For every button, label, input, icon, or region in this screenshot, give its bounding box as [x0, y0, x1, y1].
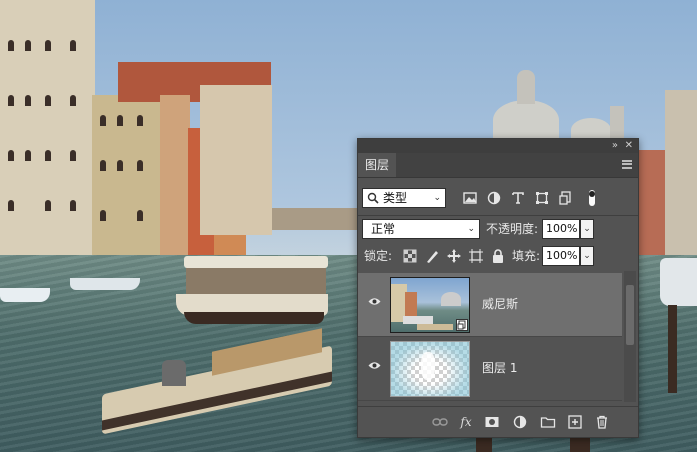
layer-thumbnail-layer-1 [390, 341, 470, 397]
building-left-7 [200, 85, 272, 235]
panel-menu-icon[interactable] [622, 160, 632, 169]
chevron-down-icon: ⌄ [433, 193, 441, 203]
building-left-1 [0, 0, 95, 275]
search-icon [367, 192, 379, 204]
building-right-1 [637, 150, 667, 265]
shape-filter-icon[interactable] [534, 190, 550, 206]
smart-object-filter-icon[interactable] [558, 190, 574, 206]
moored-boat-right [660, 258, 697, 306]
layer-row-venice[interactable]: 威尼斯 [358, 273, 622, 337]
add-mask-icon[interactable] [484, 414, 500, 430]
filter-row: 类型 ⌄ [358, 188, 638, 212]
blend-row: 正常 ⌄ 不透明度: 100% ⌄ [358, 219, 638, 241]
lock-transparent-pixels-icon[interactable] [402, 248, 418, 264]
collapse-panel-button[interactable]: » [612, 139, 618, 153]
dome-lantern [517, 70, 535, 104]
building-right-2 [665, 90, 697, 260]
layers-list: 威尼斯 图层 1 [358, 271, 622, 402]
layer-name-venice[interactable]: 威尼斯 [482, 273, 518, 335]
layers-bottom-toolbar: fx [358, 406, 638, 437]
panel-title-bar[interactable]: » ✕ [358, 139, 638, 153]
church-dome-large [493, 100, 559, 140]
distant-shore [272, 208, 362, 230]
lock-row: 锁定: 填充: 100% ⌄ [358, 246, 638, 268]
filter-kind-label: 类型 [383, 191, 408, 205]
new-group-icon[interactable] [540, 414, 556, 430]
fill-label: 填充: [512, 249, 541, 263]
fx-icon[interactable]: fx [458, 414, 474, 430]
mooring-pole [668, 305, 677, 393]
adjustment-layer-icon[interactable] [512, 414, 528, 430]
fill-input[interactable]: 100% [542, 246, 580, 266]
visibility-eye-icon[interactable] [368, 361, 381, 370]
blend-mode-value: 正常 [371, 222, 396, 236]
scrollbar-thumb[interactable] [626, 285, 634, 345]
panel-tab-row: 图层 [358, 153, 638, 178]
layers-panel: » ✕ 图层 类型 ⌄ 正常 ⌄ 不透明度: 100% ⌄ 锁定: 填充: 10… [357, 138, 639, 438]
layer-name-layer-1[interactable]: 图层 1 [482, 337, 517, 399]
building-left-4 [160, 95, 190, 265]
lock-artboard-icon[interactable] [468, 248, 484, 264]
vaporetto-boat [176, 256, 328, 328]
layer-row-layer-1[interactable]: 图层 1 [358, 337, 622, 401]
lock-position-icon[interactable] [446, 248, 462, 264]
building-left-2 [92, 95, 160, 270]
opacity-label: 不透明度: [486, 222, 539, 236]
blend-mode-dropdown[interactable]: 正常 ⌄ [362, 219, 480, 239]
filter-kind-dropdown[interactable]: 类型 ⌄ [362, 188, 446, 208]
layer-thumbnail-venice [390, 277, 470, 333]
divider [358, 215, 638, 216]
type-filter-icon[interactable] [510, 190, 526, 206]
close-panel-button[interactable]: ✕ [625, 139, 633, 153]
tab-layers[interactable]: 图层 [358, 153, 396, 177]
lock-image-pixels-icon[interactable] [424, 248, 440, 264]
layers-scrollbar[interactable] [624, 271, 636, 402]
visibility-eye-icon[interactable] [368, 297, 381, 306]
smart-object-badge-icon [456, 319, 468, 331]
filter-toggle-icon[interactable] [586, 188, 598, 208]
bell-tower [610, 106, 624, 142]
new-layer-icon[interactable] [567, 414, 583, 430]
fill-dropdown-arrow[interactable]: ⌄ [580, 246, 594, 266]
delete-layer-icon[interactable] [594, 414, 610, 430]
moored-boat-left-2 [70, 278, 140, 290]
image-filter-icon[interactable] [462, 190, 478, 206]
opacity-input[interactable]: 100% [542, 219, 580, 239]
link-layers-icon[interactable] [432, 414, 448, 430]
moored-boat-left [0, 288, 50, 302]
lock-all-icon[interactable] [490, 248, 506, 264]
adjustment-filter-icon[interactable] [486, 190, 502, 206]
chevron-down-icon: ⌄ [467, 224, 475, 234]
lock-label: 锁定: [364, 249, 393, 263]
opacity-dropdown-arrow[interactable]: ⌄ [580, 219, 594, 239]
water-taxi-boat [102, 328, 334, 435]
